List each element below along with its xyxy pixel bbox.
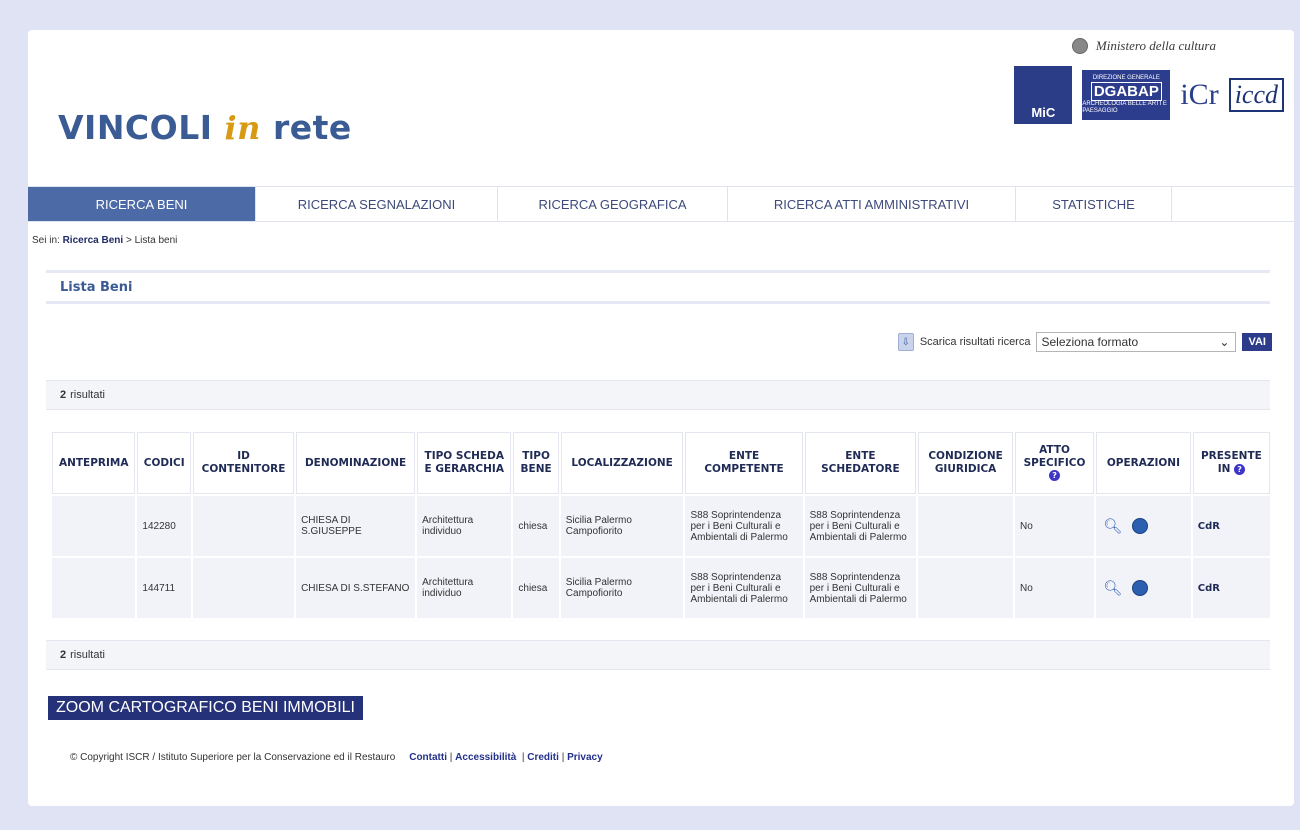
col-operazioni: OPERAZIONI [1096,432,1191,494]
breadcrumb-current: Lista beni [134,235,178,246]
col-codici: CODICI [137,432,191,494]
col-ente-competente: ENTE COMPETENTE [685,432,803,494]
page-title: Lista Beni [46,270,1270,304]
iccd-logo[interactable]: iccd [1228,78,1284,112]
main-nav: RICERCA BENI RICERCA SEGNALAZIONI RICERC… [28,186,1294,222]
ministry-header: Ministero della cultura [1071,38,1216,54]
presente-in-cdr: CdR [1192,496,1270,556]
table-row: 144711 CHIESA DI S.STEFANO Architettura … [52,558,1270,618]
col-denominazione: DENOMINAZIONE [296,432,416,494]
col-tipo-scheda: TIPO SCHEDA E GERARCHIA [417,432,512,494]
globe-icon[interactable] [1132,580,1149,596]
republic-emblem-icon [1071,38,1088,54]
col-localizzazione: LOCALIZZAZIONE [560,432,684,494]
col-tipo-bene: TIPO BENE [513,432,559,494]
download-label: Scarica risultati ricerca [919,336,1031,348]
page-container: Ministero della cultura MiC DIREZIONE GE… [28,30,1294,806]
icr-logo[interactable]: iCr [1180,78,1218,112]
breadcrumb: Sei in: Ricerca Beni > Lista beni [32,235,178,246]
results-table: ANTEPRIMA CODICI ID CONTENITORE DENOMINA… [50,430,1272,620]
mic-logo[interactable]: MiC [1014,66,1073,124]
site-logo[interactable]: VINCOLI in rete [58,108,352,147]
magnifier-icon[interactable]: 🔍︎ [1103,519,1122,534]
partner-logos: MiC DIREZIONE GENERALE DGABAP ARCHEOLOGI… [1014,66,1284,124]
table-row: 142280 CHIESA DI S.GIUSEPPE Architettura… [52,496,1270,556]
brand-vincoli: VINCOLI [58,108,213,147]
help-icon[interactable]: ? [1049,470,1061,481]
download-results-bar: ⇩ Scarica risultati ricerca Seleziona fo… [897,332,1272,352]
col-condizione-giuridica: CONDIZIONE GIURIDICA [918,432,1013,494]
brand-rete: rete [272,108,352,147]
vai-button[interactable]: VAI [1242,333,1272,351]
col-ente-schedatore: ENTE SCHEDATORE [804,432,917,494]
tab-ricerca-beni[interactable]: RICERCA BENI [28,187,256,221]
col-anteprima: ANTEPRIMA [52,432,136,494]
table-header-row: ANTEPRIMA CODICI ID CONTENITORE DENOMINA… [52,432,1270,494]
breadcrumb-link-ricerca-beni[interactable]: Ricerca Beni [63,235,124,246]
chevron-down-icon: ⌄ [1219,335,1230,349]
brand-in: in [224,109,261,147]
col-id-contenitore: ID CONTENITORE [192,432,295,494]
ministry-name: Ministero della cultura [1095,38,1216,53]
results-count-top: 2 risultati [46,380,1270,410]
format-select[interactable]: Seleziona formato ⌄ [1036,332,1237,352]
footer-link-contatti[interactable]: Contatti [409,752,447,763]
zoom-cartografico-button[interactable]: ZOOM CARTOGRAFICO BENI IMMOBILI [48,696,363,720]
col-presente-in: PRESENTE IN ? [1192,432,1270,494]
dgabap-logo[interactable]: DIREZIONE GENERALE DGABAP ARCHEOLOGIA BE… [1082,70,1171,120]
footer-link-accessibilita[interactable]: Accessibilità [455,752,516,763]
results-count-bottom: 2 risultati [46,640,1270,670]
copyright-text: © Copyright ISCR / Istituto Superiore pe… [70,752,396,763]
col-atto-specifico: ATTO SPECIFICO? [1014,432,1095,494]
footer-link-privacy[interactable]: Privacy [567,752,603,763]
globe-icon[interactable] [1132,518,1149,534]
footer: © Copyright ISCR / Istituto Superiore pe… [70,752,603,763]
tab-ricerca-segnalazioni[interactable]: RICERCA SEGNALAZIONI [256,187,498,221]
tab-ricerca-atti-amministrativi[interactable]: RICERCA ATTI AMMINISTRATIVI [728,187,1016,221]
presente-in-cdr: CdR [1192,558,1270,618]
tab-statistiche[interactable]: STATISTICHE [1016,187,1172,221]
help-icon[interactable]: ? [1234,463,1246,475]
tab-ricerca-geografica[interactable]: RICERCA GEOGRAFICA [498,187,728,221]
footer-link-crediti[interactable]: Crediti [527,752,559,763]
magnifier-icon[interactable]: 🔍︎ [1103,581,1122,596]
download-icon[interactable]: ⇩ [897,333,914,351]
